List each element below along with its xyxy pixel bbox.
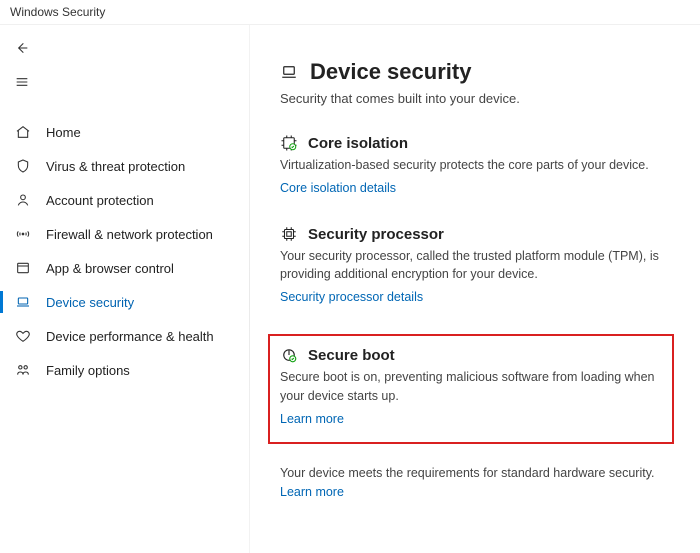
nav-label: Virus & threat protection <box>46 159 185 174</box>
nav-label: Home <box>46 125 81 140</box>
chip-check-icon <box>280 134 298 152</box>
footer-text: Your device meets the requirements for s… <box>280 466 670 480</box>
main-content: Device security Security that comes buil… <box>250 25 700 553</box>
nav-home[interactable]: Home <box>0 115 250 149</box>
section-title: Core isolation <box>308 135 408 152</box>
page-subtitle: Security that comes built into your devi… <box>280 91 670 106</box>
nav-label: App & browser control <box>46 261 174 276</box>
secure-boot-learn-more-link[interactable]: Learn more <box>280 412 344 426</box>
security-processor-details-link[interactable]: Security processor details <box>280 290 423 304</box>
laptop-icon <box>14 294 32 310</box>
nav-firewall[interactable]: Firewall & network protection <box>0 217 250 251</box>
section-core-isolation: Core isolation Virtualization-based secu… <box>280 134 670 195</box>
shield-icon <box>14 158 32 174</box>
window-icon <box>14 260 32 276</box>
page-title: Device security <box>310 59 471 85</box>
window-title: Windows Security <box>0 0 700 25</box>
nav-device-security[interactable]: Device security <box>0 285 250 319</box>
back-button[interactable] <box>0 31 40 65</box>
section-title: Secure boot <box>308 347 395 364</box>
person-icon <box>14 192 32 208</box>
section-secure-boot: Secure boot Secure boot is on, preventin… <box>268 334 674 443</box>
chip-icon <box>280 225 298 243</box>
nav-label: Account protection <box>46 193 154 208</box>
signal-icon <box>14 226 32 242</box>
nav-label: Device security <box>46 295 134 310</box>
nav-account-protection[interactable]: Account protection <box>0 183 250 217</box>
sidebar: Home Virus & threat protection Account p… <box>0 25 250 553</box>
nav-family[interactable]: Family options <box>0 353 250 387</box>
nav-virus-threat[interactable]: Virus & threat protection <box>0 149 250 183</box>
nav-label: Firewall & network protection <box>46 227 213 242</box>
section-desc: Virtualization-based security protects t… <box>280 156 660 174</box>
family-icon <box>14 362 32 378</box>
section-desc: Secure boot is on, preventing malicious … <box>280 368 660 404</box>
core-isolation-details-link[interactable]: Core isolation details <box>280 181 396 195</box>
hamburger-icon <box>14 74 30 90</box>
nav-label: Device performance & health <box>46 329 214 344</box>
section-desc: Your security processor, called the trus… <box>280 247 660 283</box>
laptop-icon <box>280 63 298 81</box>
heart-icon <box>14 328 32 344</box>
section-title: Security processor <box>308 226 444 243</box>
arrow-left-icon <box>14 40 30 56</box>
section-security-processor: Security processor Your security process… <box>280 225 670 304</box>
power-check-icon <box>280 346 298 364</box>
home-icon <box>14 124 32 140</box>
nav-device-health[interactable]: Device performance & health <box>0 319 250 353</box>
menu-button[interactable] <box>0 65 40 99</box>
nav-label: Family options <box>46 363 130 378</box>
footer-learn-more-link[interactable]: Learn more <box>280 485 344 499</box>
nav-app-browser[interactable]: App & browser control <box>0 251 250 285</box>
